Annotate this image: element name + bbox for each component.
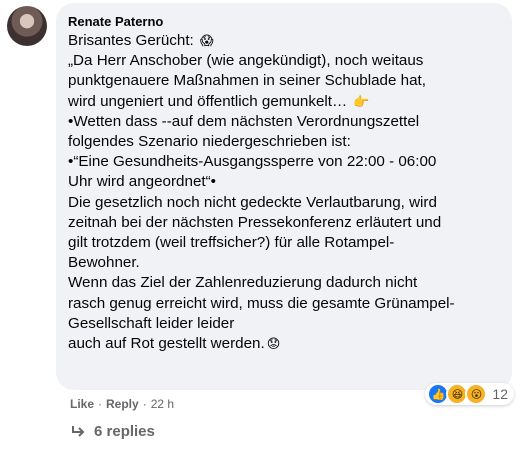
comment-line: Die gesetzlich noch nicht gedeckte Verla… — [68, 193, 437, 211]
comment-line: Gesellschaft leider leider — [68, 314, 235, 332]
view-replies-link[interactable]: 6 replies — [70, 423, 155, 440]
comment-line: zeitnah bei der nächsten Pressekonferenz… — [68, 213, 442, 231]
comment-line: •Wetten dass --auf dem nächsten Verordnu… — [68, 112, 420, 130]
comment-line: rasch genug erreicht wird, muss die gesa… — [68, 294, 455, 312]
replies-count: 6 replies — [94, 423, 155, 440]
comment-bubble: Renate Paterno Brisantes Gerücht: 😱 „Da … — [56, 3, 512, 390]
comment-timestamp[interactable]: 22 h — [151, 397, 174, 411]
comment-actions: Like · Reply · 22 h — [70, 397, 174, 411]
worried-emoji-icon: 😟 — [266, 336, 281, 352]
like-button[interactable]: Like — [70, 397, 94, 411]
separator-dot: · — [142, 397, 147, 411]
scream-emoji-icon: 😱 — [200, 33, 214, 48]
comment-line: auch auf Rot gestellt werden. 😟 — [68, 334, 500, 354]
comment-line: Uhr wird angeordnet“• — [68, 173, 216, 191]
comment-line: •“Eine Gesundheits-Ausgangssperre von 22… — [68, 153, 437, 171]
comment-line: punktgenauere Maßnahmen in seiner Schubl… — [68, 72, 426, 90]
comment-line: wird ungeniert und öffentlich gemunkelt…… — [68, 92, 500, 112]
comment-line: folgendes Szenario niedergeschrieben ist… — [68, 133, 351, 151]
comment-line: Wenn das Ziel der Zahlenreduzierung dadu… — [68, 274, 418, 292]
comment-line: gilt trotzdem (weil treffsicher?) für al… — [68, 234, 395, 252]
reply-button[interactable]: Reply — [106, 397, 139, 411]
wow-reaction-icon: 😮 — [465, 383, 488, 405]
pointing-hand-emoji-icon: 👉 — [353, 93, 370, 109]
avatar[interactable] — [7, 6, 47, 46]
comment-line: „Da Herr Anschober (wie angekündigt), no… — [68, 52, 424, 70]
comment-text: Brisantes Gerücht: 😱 „Da Herr Anschober … — [68, 31, 500, 354]
separator-dot: · — [98, 397, 103, 411]
comment-line: Bewohner. — [68, 254, 140, 272]
comment-line: Brisantes Gerücht: 😱 — [68, 31, 500, 51]
reaction-count: 12 — [492, 386, 508, 402]
reply-arrow-icon — [72, 425, 85, 437]
reaction-summary[interactable]: 👍 😆 😮 12 — [425, 383, 514, 405]
comment-author[interactable]: Renate Paterno — [68, 13, 500, 30]
